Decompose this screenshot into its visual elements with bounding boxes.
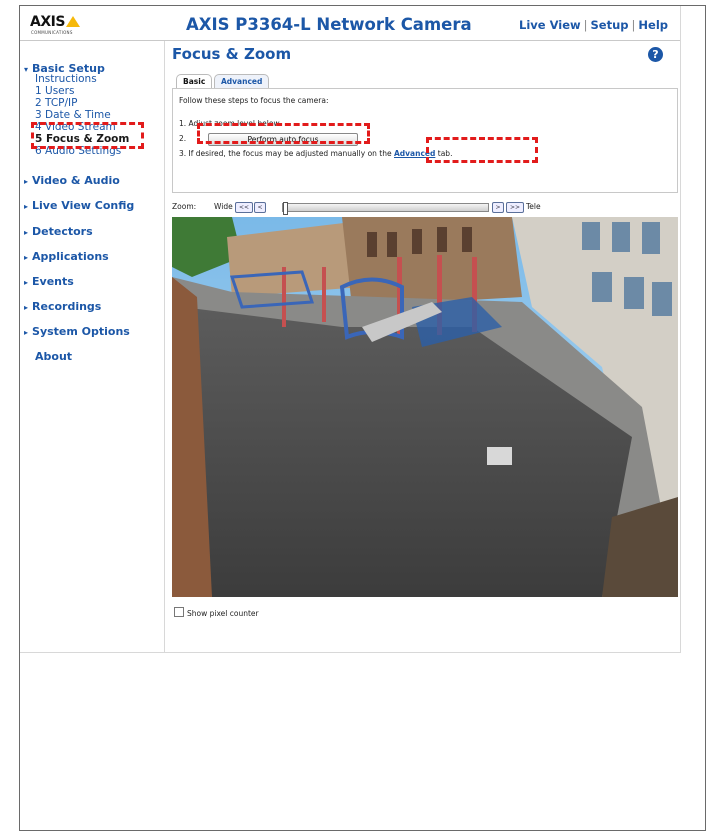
sidebar-item-users[interactable]: 1 Users [35, 86, 74, 97]
zoom-wide-step-button[interactable]: < [254, 202, 266, 213]
camera-ui: AXIS COMMUNICATIONS AXIS P3364-L Network… [20, 6, 681, 653]
chevron-down-icon: ▾ [24, 65, 29, 74]
pixel-counter-label: Show pixel counter [187, 609, 259, 618]
zoom-tele-label: Tele [526, 202, 541, 211]
sidebar-item-date-time[interactable]: 3 Date & Time [35, 110, 111, 121]
chevron-right-icon: ▸ [24, 328, 29, 337]
zoom-slider[interactable] [282, 202, 489, 215]
chevron-right-icon: ▸ [24, 253, 29, 262]
sidebar-item-tcpip[interactable]: 2 TCP/IP [35, 98, 77, 109]
sidebar-item-system-options[interactable]: ▸ System Options [24, 325, 130, 338]
intro-text: Follow these steps to focus the camera: [179, 96, 329, 105]
chevron-right-icon: ▸ [24, 202, 29, 211]
step-3-text: 3. If desired, the focus may be adjusted… [179, 149, 453, 158]
setup-link[interactable]: Setup [591, 18, 629, 32]
camera-live-view[interactable] [172, 217, 678, 597]
sidebar-item-recordings[interactable]: ▸ Recordings [24, 300, 101, 313]
sidebar-item-events[interactable]: ▸ Events [24, 275, 74, 288]
sidebar-item-about[interactable]: About [35, 350, 72, 363]
live-view-link[interactable]: Live View [519, 18, 581, 32]
sidebar-item-video-audio[interactable]: ▸ Video & Audio [24, 174, 120, 187]
annotation-box-auto-focus [197, 123, 370, 144]
logo-triangle-icon [65, 16, 80, 27]
annotation-box-focus-zoom [31, 122, 144, 149]
zoom-tele-step-button[interactable]: > [492, 202, 504, 213]
pixel-counter-option[interactable]: Show pixel counter [174, 607, 259, 618]
tab-basic[interactable]: Basic [176, 74, 213, 88]
header: AXIS COMMUNICATIONS AXIS P3364-L Network… [20, 6, 680, 41]
sidebar-item-detectors[interactable]: ▸ Detectors [24, 225, 93, 238]
zoom-far-tele-button[interactable]: >> [506, 202, 524, 213]
sidebar-item-applications[interactable]: ▸ Applications [24, 250, 109, 263]
zoom-label: Zoom: [172, 202, 197, 211]
axis-logo[interactable]: AXIS [30, 14, 80, 30]
zoom-control: Zoom: Wide << < > >> Tele [172, 201, 678, 215]
help-icon[interactable]: ? [648, 47, 663, 62]
zoom-wide-label: Wide [214, 202, 233, 211]
chevron-right-icon: ▸ [24, 278, 29, 287]
chevron-right-icon: ▸ [24, 303, 29, 312]
top-links: Live View | Setup | Help [519, 18, 668, 32]
annotation-box-advanced-link [426, 137, 538, 163]
zoom-far-wide-button[interactable]: << [235, 202, 253, 213]
chevron-right-icon: ▸ [24, 228, 29, 237]
chevron-right-icon: ▸ [24, 177, 29, 186]
zoom-slider-handle[interactable] [283, 202, 288, 215]
step-2-number: 2. [179, 134, 187, 143]
tab-advanced[interactable]: Advanced [214, 74, 270, 88]
sidebar-item-instructions[interactable]: Instructions [35, 74, 97, 85]
logo-subtitle: COMMUNICATIONS [31, 30, 73, 35]
camera-image [172, 217, 678, 597]
sidebar-item-live-view-config[interactable]: ▸ Live View Config [24, 199, 134, 212]
app-title: AXIS P3364-L Network Camera [186, 15, 472, 34]
page-title: Focus & Zoom [172, 45, 292, 63]
help-link[interactable]: Help [638, 18, 668, 32]
pixel-counter-checkbox[interactable] [174, 607, 184, 617]
logo-text: AXIS [30, 14, 65, 30]
